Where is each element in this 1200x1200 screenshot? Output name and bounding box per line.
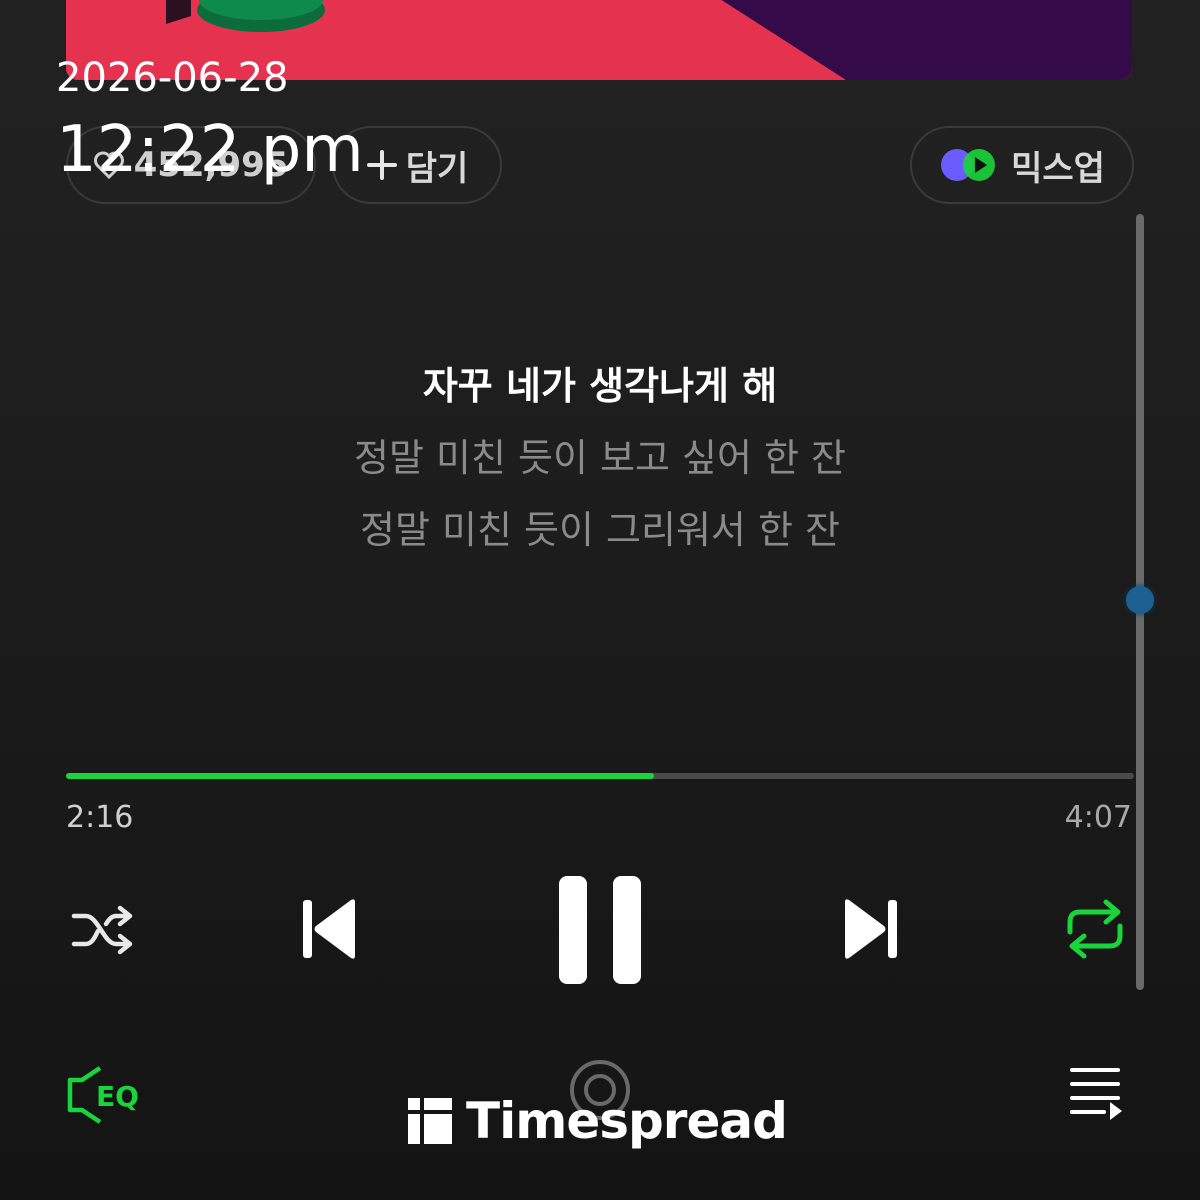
- equalizer-button[interactable]: EQ: [62, 1060, 152, 1130]
- timespread-logo-icon: [408, 1098, 452, 1144]
- add-label: 담기: [405, 148, 469, 189]
- timestamp-date: 2026-06-28: [56, 55, 289, 101]
- lyric-line-next-2[interactable]: 정말 미친 듯이 그리워서 한 잔: [100, 494, 1100, 566]
- eq-icon: EQ: [67, 1066, 139, 1124]
- pause-button[interactable]: [552, 872, 648, 988]
- watermark-text: Timespread: [466, 1092, 788, 1150]
- next-track-button[interactable]: [838, 894, 904, 964]
- timestamp-time: 12:22 pm: [56, 113, 364, 187]
- repeat-icon: [1067, 899, 1123, 959]
- mixup-button[interactable]: 믹스업: [910, 126, 1134, 204]
- previous-track-button[interactable]: [296, 894, 362, 964]
- plus-icon: [366, 150, 397, 180]
- repeat-button[interactable]: [1060, 896, 1130, 962]
- scroll-indicator[interactable]: [1126, 586, 1154, 614]
- watermark: Timespread: [408, 1092, 788, 1150]
- progress-fill: [66, 773, 655, 779]
- lyric-line-next[interactable]: 정말 미친 듯이 보고 싶어 한 잔: [100, 422, 1100, 494]
- lyrics-panel[interactable]: 자꾸 네가 생각나게 해 정말 미친 듯이 보고 싶어 한 잔 정말 미친 듯이…: [100, 350, 1100, 566]
- progress-bar[interactable]: [66, 773, 1134, 779]
- lyric-line-current[interactable]: 자꾸 네가 생각나게 해: [100, 350, 1100, 422]
- shuffle-button[interactable]: [68, 898, 138, 962]
- timestamp-overlay: 2026-06-28 12:22 pm: [56, 58, 364, 182]
- skip-next-icon: [845, 899, 897, 959]
- eq-label: EQ: [96, 1080, 139, 1113]
- mixup-label: 믹스업: [1011, 148, 1105, 189]
- playlist-queue-button[interactable]: [1064, 1062, 1128, 1122]
- skip-previous-icon: [303, 899, 355, 959]
- pause-icon: [559, 876, 641, 984]
- mixup-icon: [941, 149, 996, 181]
- queue-icon: [1070, 1068, 1122, 1120]
- elapsed-time: 2:16: [66, 800, 134, 835]
- total-duration: 4:07: [1064, 800, 1132, 835]
- shuffle-icon: [71, 905, 133, 955]
